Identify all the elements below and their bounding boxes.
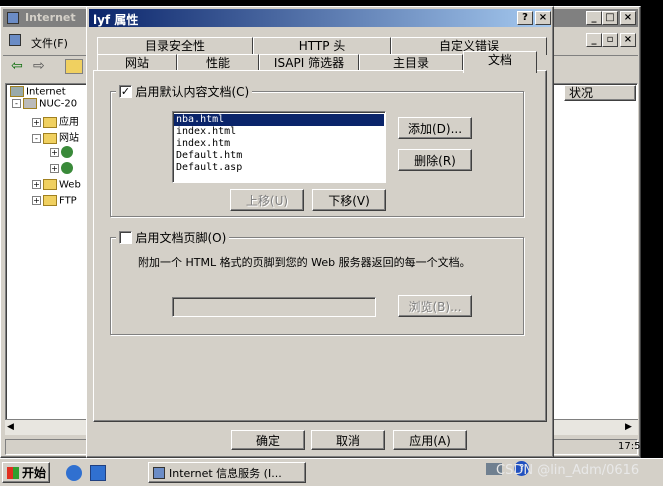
clock: 17:58: [618, 441, 647, 452]
expand-icon[interactable]: +: [32, 180, 41, 189]
menu-file[interactable]: 文件(F): [31, 35, 68, 51]
globe-icon: [61, 146, 73, 158]
child-close-button[interactable]: ×: [620, 33, 636, 47]
tree-pane: Internet - NUC-20 + 应用 - 网站 + + + Web + FTP: [5, 83, 89, 433]
up-folder-icon[interactable]: [65, 59, 83, 74]
tree-item-web-ext[interactable]: + Web: [32, 179, 81, 191]
folder-icon: [43, 179, 57, 190]
iis-window-icon: [7, 12, 19, 24]
list-pane: 状况: [541, 83, 638, 433]
close-button[interactable]: ×: [620, 11, 636, 25]
tree-item-site-2[interactable]: +: [50, 162, 73, 174]
forward-arrow-icon[interactable]: ⇨: [33, 58, 45, 74]
collapse-icon[interactable]: -: [32, 133, 41, 143]
ok-button[interactable]: 确定: [231, 430, 305, 450]
list-item[interactable]: Default.htm: [174, 150, 384, 162]
move-down-button[interactable]: 下移(V): [312, 189, 386, 211]
tree-item-server[interactable]: - NUC-20: [12, 98, 77, 110]
minimize-button[interactable]: _: [586, 11, 602, 25]
folder-icon: [43, 132, 57, 144]
start-button[interactable]: 开始: [2, 462, 50, 483]
tree-item-websites[interactable]: - 网站: [32, 129, 79, 144]
enable-default-doc-checkbox[interactable]: ✓: [119, 85, 132, 98]
tree-item-app-pool[interactable]: + 应用: [32, 113, 79, 128]
list-item[interactable]: index.htm: [174, 138, 384, 150]
move-up-button[interactable]: 上移(U): [230, 189, 304, 211]
folder-icon: [43, 116, 57, 128]
help-button[interactable]: ?: [517, 11, 533, 25]
folder-icon: [43, 195, 57, 206]
dialog-close-button[interactable]: ×: [535, 11, 551, 25]
taskbar-item-iis[interactable]: Internet 信息服务 (I...: [148, 462, 306, 483]
dialog-title: lyf 属性: [93, 13, 139, 27]
desktop-quicklaunch-icon[interactable]: [90, 465, 106, 481]
iis-window-title: Internet: [25, 11, 76, 24]
default-doc-legend: ✓ 启用默认内容文档(C): [116, 83, 253, 99]
back-arrow-icon[interactable]: ⇦: [11, 58, 23, 74]
taskbar: 开始 Internet 信息服务 (I... ? CSDN @lin_Adm/0…: [0, 441, 663, 486]
scroll-right-icon[interactable]: ▶: [625, 422, 632, 432]
child-minimize-button[interactable]: _: [586, 33, 602, 47]
remove-button[interactable]: 删除(R): [398, 149, 472, 171]
enable-footer-checkbox[interactable]: [119, 231, 132, 244]
tree-item-root[interactable]: Internet: [10, 86, 66, 98]
mmc-icon: [9, 34, 21, 46]
tree-item-ftp[interactable]: + FTP: [32, 195, 77, 207]
footer-description: 附加一个 HTML 格式的页脚到您的 Web 服务器返回的每一个文档。: [138, 256, 471, 269]
footer-path-input[interactable]: [172, 297, 376, 317]
windows-logo-icon: [7, 466, 19, 479]
mmc-icon: [153, 466, 165, 479]
expand-icon[interactable]: +: [32, 196, 41, 205]
browse-button[interactable]: 浏览(B)...: [398, 295, 472, 317]
dialog-title-bar: lyf 属性 ? ×: [89, 9, 551, 27]
tree-item-site-1[interactable]: +: [50, 146, 73, 158]
footer-legend: 启用文档页脚(O): [116, 229, 230, 245]
add-button[interactable]: 添加(D)...: [398, 117, 472, 139]
list-item[interactable]: index.html: [174, 126, 384, 138]
maximize-button[interactable]: □: [602, 11, 618, 25]
expand-icon[interactable]: +: [32, 117, 41, 127]
expand-icon[interactable]: +: [50, 147, 59, 157]
tab-http-headers[interactable]: HTTP 头: [253, 37, 391, 55]
computer-icon: [23, 98, 37, 109]
enable-footer-label[interactable]: 启用文档页脚(O): [136, 231, 227, 245]
collapse-icon[interactable]: -: [12, 99, 21, 108]
column-header-status[interactable]: 状况: [564, 85, 636, 101]
tab-documents[interactable]: 文档: [463, 51, 537, 73]
tab-directory-security[interactable]: 目录安全性: [97, 37, 253, 55]
ie-quicklaunch-icon[interactable]: [66, 465, 82, 481]
footer-groupbox: [110, 237, 524, 335]
default-doc-list[interactable]: nba.html index.html index.htm Default.ht…: [172, 111, 386, 183]
properties-dialog: lyf 属性 ? × 目录安全性 HTTP 头 自定义错误 网站 性能 ISAP…: [86, 6, 554, 458]
watermark: CSDN @lin_Adm/0616: [496, 463, 640, 478]
server-icon: [10, 86, 24, 97]
scroll-left-icon[interactable]: ◀: [7, 422, 14, 432]
list-item[interactable]: Default.asp: [174, 162, 384, 174]
expand-icon[interactable]: +: [50, 163, 59, 173]
documents-tab-page: ✓ 启用默认内容文档(C) nba.html index.html index.…: [93, 70, 547, 422]
apply-button[interactable]: 应用(A): [393, 430, 467, 450]
cancel-button[interactable]: 取消: [311, 430, 385, 450]
list-item[interactable]: nba.html: [174, 114, 384, 126]
enable-default-doc-label[interactable]: 启用默认内容文档(C): [136, 85, 250, 99]
child-restore-button[interactable]: ▫: [602, 33, 618, 47]
globe-icon: [61, 162, 73, 174]
